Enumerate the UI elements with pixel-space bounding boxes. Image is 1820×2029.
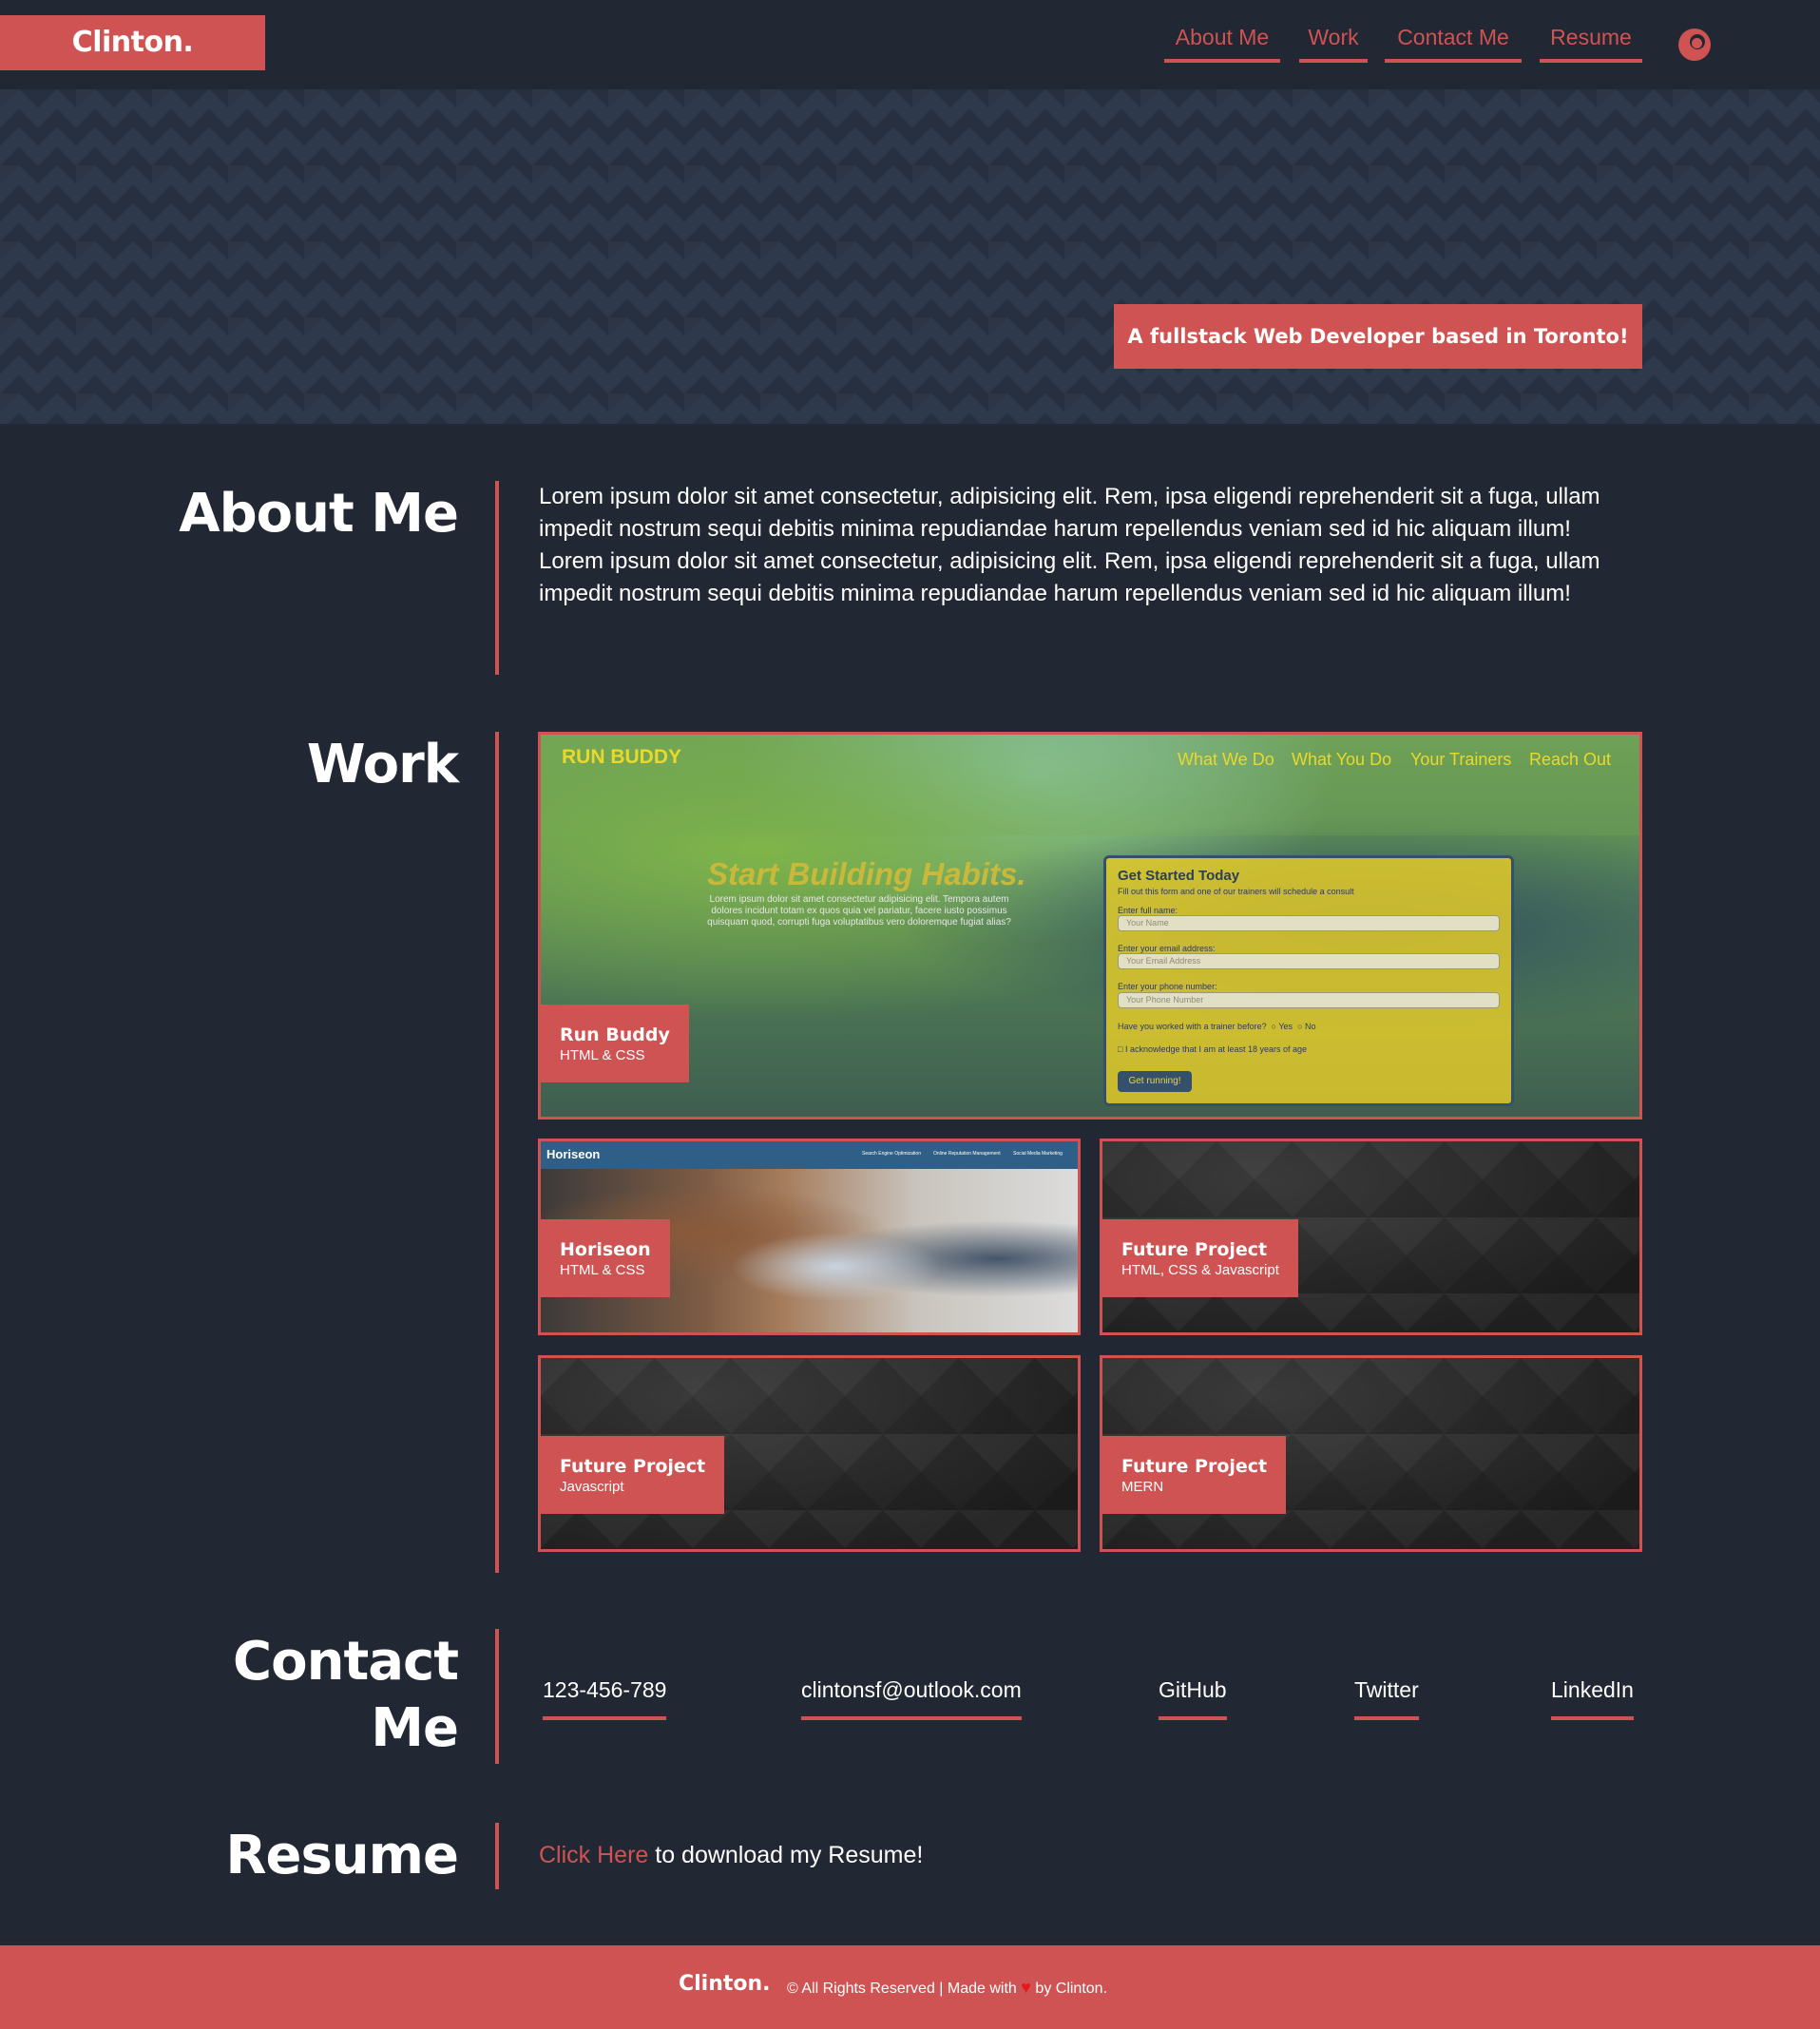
work-divider: [495, 732, 499, 1573]
preview-nav-item: Reach Out: [1529, 750, 1612, 769]
hero-banner: A fullstack Web Developer based in Toron…: [0, 89, 1820, 424]
preview-nav-item: Online Reputation Management: [933, 1151, 1001, 1157]
contact-divider: [495, 1629, 499, 1764]
hero-tagline: A fullstack Web Developer based in Toron…: [1114, 304, 1642, 369]
project-title: Future Project: [1121, 1239, 1268, 1260]
about-text: Lorem ipsum dolor sit amet consectetur, …: [539, 481, 1632, 610]
preview-signup-form: Get Started Today Fill out this form and…: [1103, 855, 1514, 1106]
preview-radio-no: No: [1305, 1022, 1316, 1031]
contact-phone-link[interactable]: 123-456-789: [543, 1673, 667, 1720]
site-header: Clinton. About Me Work Contact Me Resume: [0, 0, 1820, 89]
project-label[interactable]: Future Project MERN: [1102, 1436, 1287, 1514]
preview-brand: RUN BUDDY: [562, 746, 681, 768]
project-tech: HTML & CSS: [560, 1262, 645, 1278]
preview-nav-item: Social Media Marketing: [1013, 1151, 1063, 1157]
project-label[interactable]: Future Project HTML, CSS & Javascript: [1102, 1219, 1298, 1297]
project-title: Future Project: [1121, 1456, 1268, 1477]
nav-link-work[interactable]: Work: [1299, 25, 1368, 63]
about-paragraph-2: Lorem ipsum dolor sit amet consectetur, …: [539, 548, 1600, 606]
preview-form-title: Get Started Today: [1118, 868, 1240, 884]
project-tech: HTML & CSS: [560, 1047, 645, 1063]
preview-label-name: Enter full name:: [1118, 906, 1178, 915]
preview-radio-yes: Yes: [1278, 1022, 1293, 1031]
site-logo[interactable]: Clinton.: [0, 15, 265, 70]
project-card-run-buddy[interactable]: RUN BUDDY What We Do What You Do Your Tr…: [538, 732, 1642, 1120]
preview-hero-title: Start Building Habits.: [707, 856, 1026, 891]
project-title: Horiseon: [560, 1239, 651, 1260]
preview-nav-item: What We Do: [1178, 750, 1274, 769]
preview-input-phone: Your Phone Number: [1118, 992, 1500, 1008]
heart-icon: ♥: [1021, 1978, 1031, 1997]
preview-nav-item: Search Engine Optimization: [862, 1151, 921, 1157]
contact-heading-line1: Contact: [233, 1631, 459, 1693]
contact-heading-line2: Me: [371, 1697, 459, 1759]
preview-input-email: Your Email Address: [1118, 953, 1500, 969]
preview-nav-item: What You Do: [1292, 750, 1392, 769]
preview-brand: Horiseon: [546, 1147, 601, 1161]
preview-hero-text: Lorem ipsum dolor sit amet consectetur a…: [707, 894, 1011, 928]
project-label[interactable]: Run Buddy HTML & CSS: [541, 1005, 689, 1082]
moon-icon[interactable]: [1678, 29, 1711, 61]
preview-form-subtitle: Fill out this form and one of our traine…: [1118, 887, 1354, 896]
project-label[interactable]: Horiseon HTML & CSS: [541, 1219, 670, 1297]
resume-heading: Resume: [225, 1825, 459, 1886]
footer-text-before: © All Rights Reserved | Made with: [787, 1981, 1017, 1997]
preview-question-text: Have you worked with a trainer before?: [1118, 1022, 1267, 1031]
project-card-future-2[interactable]: Future Project Javascript: [538, 1355, 1081, 1552]
resume-text: Click Here to download my Resume!: [539, 1839, 923, 1871]
contact-twitter-link[interactable]: Twitter: [1354, 1673, 1419, 1720]
project-card-future-1[interactable]: Future Project HTML, CSS & Javascript: [1100, 1139, 1642, 1335]
preview-question: Have you worked with a trainer before? ○…: [1118, 1022, 1316, 1031]
project-label[interactable]: Future Project Javascript: [541, 1436, 725, 1514]
chevron-pattern: [0, 89, 1820, 424]
contact-github-link[interactable]: GitHub: [1159, 1673, 1227, 1720]
preview-label-email: Enter your email address:: [1118, 944, 1216, 953]
project-card-horiseon[interactable]: Horiseon Search Engine Optimization Onli…: [538, 1139, 1081, 1335]
preview-acknowledge-text: I acknowledge that I am at least 18 year…: [1124, 1044, 1308, 1054]
preview-submit-button: Get running!: [1118, 1071, 1192, 1092]
nav-link-resume[interactable]: Resume: [1540, 25, 1642, 63]
footer-logo: Clinton.: [679, 1972, 771, 1996]
site-footer: Clinton. © All Rights Reserved | Made wi…: [0, 1945, 1820, 2029]
about-paragraph: Lorem ipsum dolor sit amet consectetur, …: [539, 484, 1600, 542]
preview-nav-item: Your Trainers: [1410, 750, 1512, 769]
work-heading: Work: [306, 734, 459, 795]
project-card-future-3[interactable]: Future Project MERN: [1100, 1355, 1642, 1552]
footer-text-after: by Clinton.: [1035, 1981, 1108, 1997]
project-tech: HTML, CSS & Javascript: [1121, 1262, 1279, 1278]
resume-download-link[interactable]: Click Here: [539, 1842, 648, 1868]
footer-text: © All Rights Reserved | Made with ♥ by C…: [787, 1978, 1107, 1998]
contact-email-link[interactable]: clintonsf@outlook.com: [801, 1673, 1022, 1720]
preview-input-name: Your Name: [1118, 915, 1500, 931]
contact-heading: Contact Me: [233, 1629, 459, 1762]
resume-rest-text: to download my Resume!: [648, 1842, 924, 1868]
resume-divider: [495, 1823, 499, 1889]
nav-link-about[interactable]: About Me: [1164, 25, 1280, 63]
project-title: Future Project: [560, 1456, 706, 1477]
project-tech: MERN: [1121, 1479, 1164, 1495]
project-tech: Javascript: [560, 1479, 624, 1495]
about-heading: About Me: [179, 483, 459, 545]
contact-linkedin-link[interactable]: LinkedIn: [1551, 1673, 1634, 1720]
about-divider: [495, 481, 499, 675]
preview-acknowledge: □ I acknowledge that I am at least 18 ye…: [1118, 1044, 1308, 1054]
project-title: Run Buddy: [560, 1024, 670, 1045]
preview-label-phone: Enter your phone number:: [1118, 982, 1217, 991]
nav-link-contact[interactable]: Contact Me: [1385, 25, 1522, 63]
